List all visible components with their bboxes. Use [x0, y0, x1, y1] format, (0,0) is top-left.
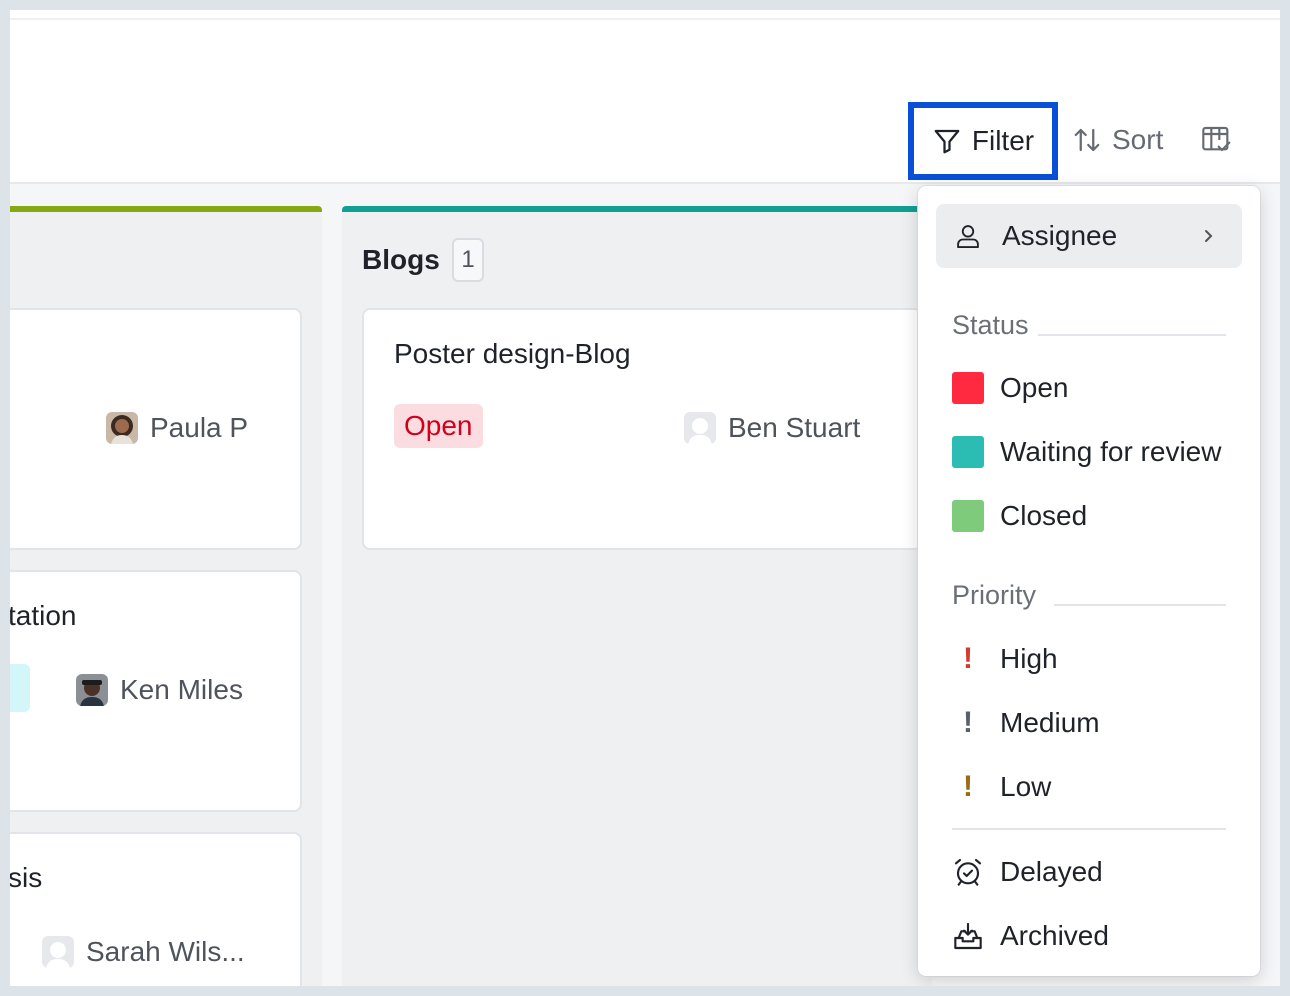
avatar	[76, 674, 108, 706]
chevron-right-icon	[1196, 222, 1220, 250]
assignee-name: Sarah Wils...	[86, 936, 245, 967]
avatar	[106, 412, 138, 444]
filter-status-waiting-for-review[interactable]: Waiting for review	[952, 436, 1221, 468]
task-card[interactable]: sis Sarah Wils...	[10, 832, 302, 986]
priority-label: Medium	[1000, 707, 1100, 738]
delayed-label: Delayed	[1000, 856, 1103, 887]
filter-archived[interactable]: Archived	[952, 920, 1109, 952]
filter-status-closed[interactable]: Closed	[952, 500, 1087, 532]
task-card[interactable]: Paula P	[10, 308, 302, 550]
app-frame: Filter Sort Paula P tation Ken Miles sis…	[10, 10, 1280, 986]
card-title: Poster design-Blog	[394, 338, 631, 369]
archive-icon	[952, 920, 984, 952]
filter-dropdown: Assignee Status Open Waiting for review …	[918, 186, 1260, 976]
status-color-swatch	[952, 436, 984, 468]
filter-assignee-item[interactable]: Assignee	[936, 204, 1242, 268]
divider	[10, 18, 1280, 20]
filter-label: Filter	[971, 125, 1035, 156]
filter-priority-high[interactable]: ! High	[952, 642, 1058, 676]
filter-icon	[932, 126, 962, 156]
filter-priority-medium[interactable]: ! Medium	[952, 706, 1100, 740]
status-color-swatch	[952, 500, 984, 532]
status-tag	[10, 664, 30, 712]
priority-low-icon: !	[963, 770, 973, 803]
filter-button[interactable]: Filter	[908, 102, 1058, 180]
status-label: Waiting for review	[1000, 436, 1222, 467]
column-count-badge: 1	[452, 238, 484, 282]
card-assignee[interactable]: Paula P	[106, 412, 248, 444]
table-columns-button[interactable]	[1200, 124, 1232, 156]
status-label: Closed	[1000, 500, 1088, 531]
filter-priority-low[interactable]: ! Low	[952, 770, 1051, 804]
card-title: sis	[10, 862, 43, 893]
divider	[952, 828, 1226, 830]
avatar	[684, 412, 716, 444]
task-card[interactable]: tation Ken Miles	[10, 570, 302, 812]
avatar	[42, 936, 74, 968]
board-column-blogs: Blogs 1 Poster design-Blog Open Ben Stua…	[342, 206, 932, 986]
filter-status-open[interactable]: Open	[952, 372, 1069, 404]
sort-label: Sort	[1112, 124, 1164, 155]
filter-delayed[interactable]: Delayed	[952, 856, 1103, 888]
sort-button[interactable]: Sort	[1072, 124, 1163, 156]
priority-high-icon: !	[963, 642, 973, 675]
task-card[interactable]: Poster design-Blog Open Ben Stuart	[362, 308, 922, 550]
card-assignee[interactable]: Ken Miles	[76, 674, 243, 706]
priority-label: High	[1000, 643, 1058, 674]
status-heading: Status	[952, 310, 1029, 340]
archived-label: Archived	[1000, 920, 1109, 951]
card-assignee[interactable]: Sarah Wils...	[42, 936, 245, 968]
status-color-swatch	[952, 372, 984, 404]
assignee-name: Ben Stuart	[728, 412, 861, 443]
alarm-clock-icon	[952, 856, 984, 888]
filter-assignee-label: Assignee	[1002, 220, 1118, 251]
status-tag: Open	[394, 404, 483, 448]
divider	[1054, 604, 1226, 606]
assignee-name: Ken Miles	[120, 674, 243, 705]
card-title: tation	[10, 600, 77, 631]
card-assignee[interactable]: Ben Stuart	[684, 412, 860, 444]
priority-medium-icon: !	[963, 706, 973, 739]
user-icon	[954, 222, 982, 250]
column-title: Blogs	[362, 244, 440, 275]
sort-icon	[1072, 125, 1102, 155]
table-columns-icon	[1200, 124, 1232, 156]
toolbar: Filter Sort	[10, 10, 1280, 184]
status-label: Open	[1000, 372, 1069, 403]
board-column: Paula P tation Ken Miles sis Sarah Wils.…	[10, 206, 322, 986]
assignee-name: Paula P	[150, 412, 249, 443]
priority-heading: Priority	[952, 580, 1037, 610]
priority-label: Low	[1000, 771, 1052, 802]
divider	[1038, 334, 1226, 336]
